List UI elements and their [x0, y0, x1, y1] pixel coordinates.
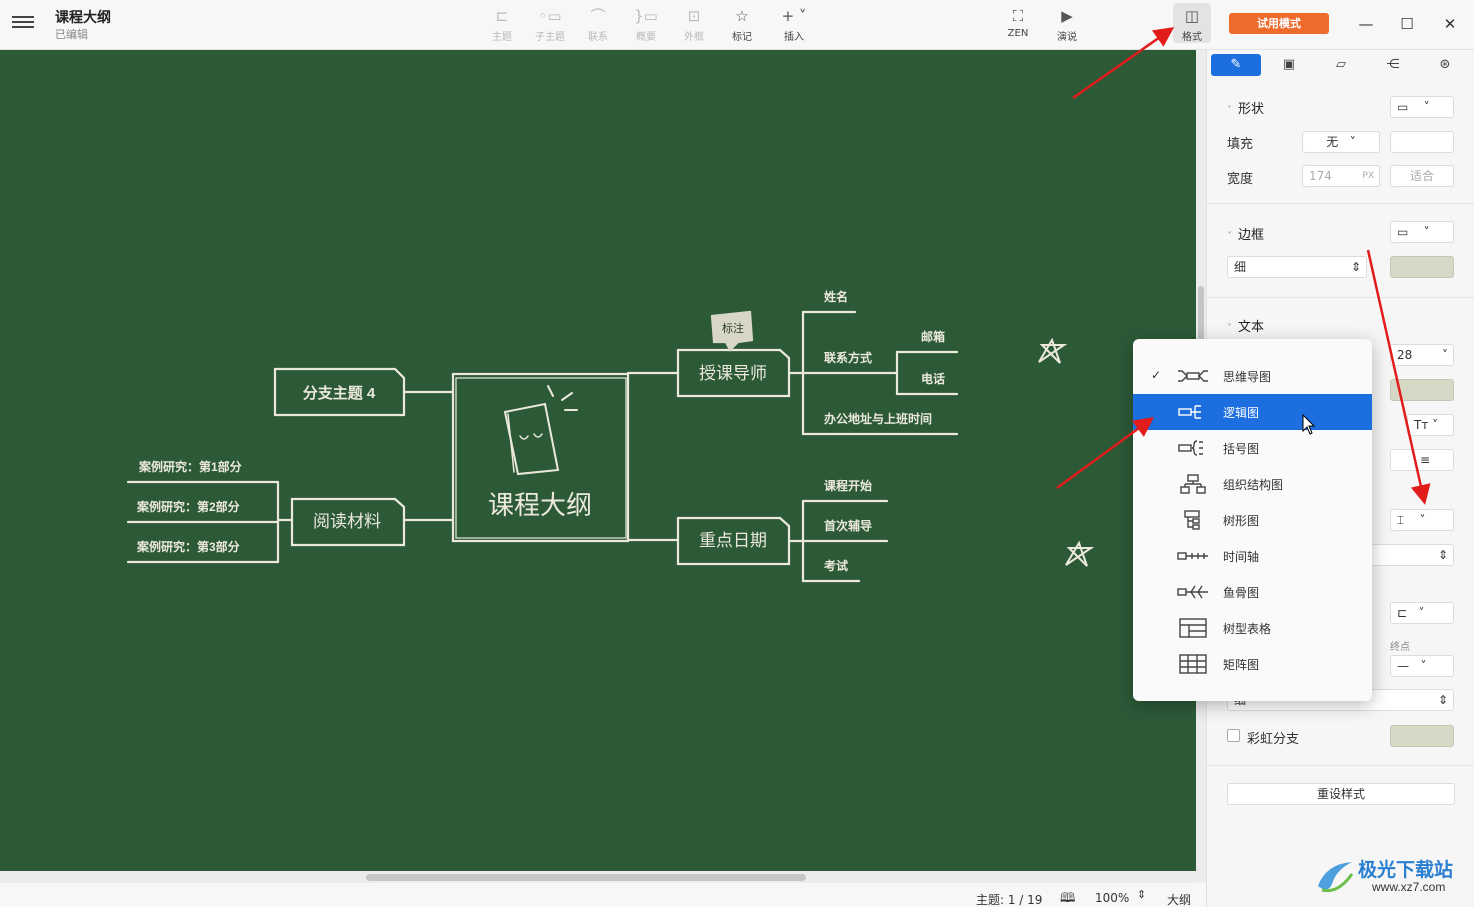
arrow-to-structure-select [1366, 249, 1431, 505]
app-window: 课程大纲 已编辑 ⊏ 主题 ◦▭ 子主题 ⌒ 联系 }▭ 概要 ⊡ 外框 ☆ 标… [0, 0, 1474, 907]
watermark-logo: 极光下载站 www.xz7.com [1312, 852, 1472, 902]
arrow-to-format-button [1072, 27, 1175, 100]
arrow-to-logic-option [1056, 417, 1155, 490]
watermark-brand: 极光下载站 [1358, 860, 1454, 881]
watermark-swirl-icon [1318, 862, 1354, 893]
annotation-arrows [1056, 27, 1431, 505]
watermark-url: www.xz7.com [1372, 880, 1446, 894]
